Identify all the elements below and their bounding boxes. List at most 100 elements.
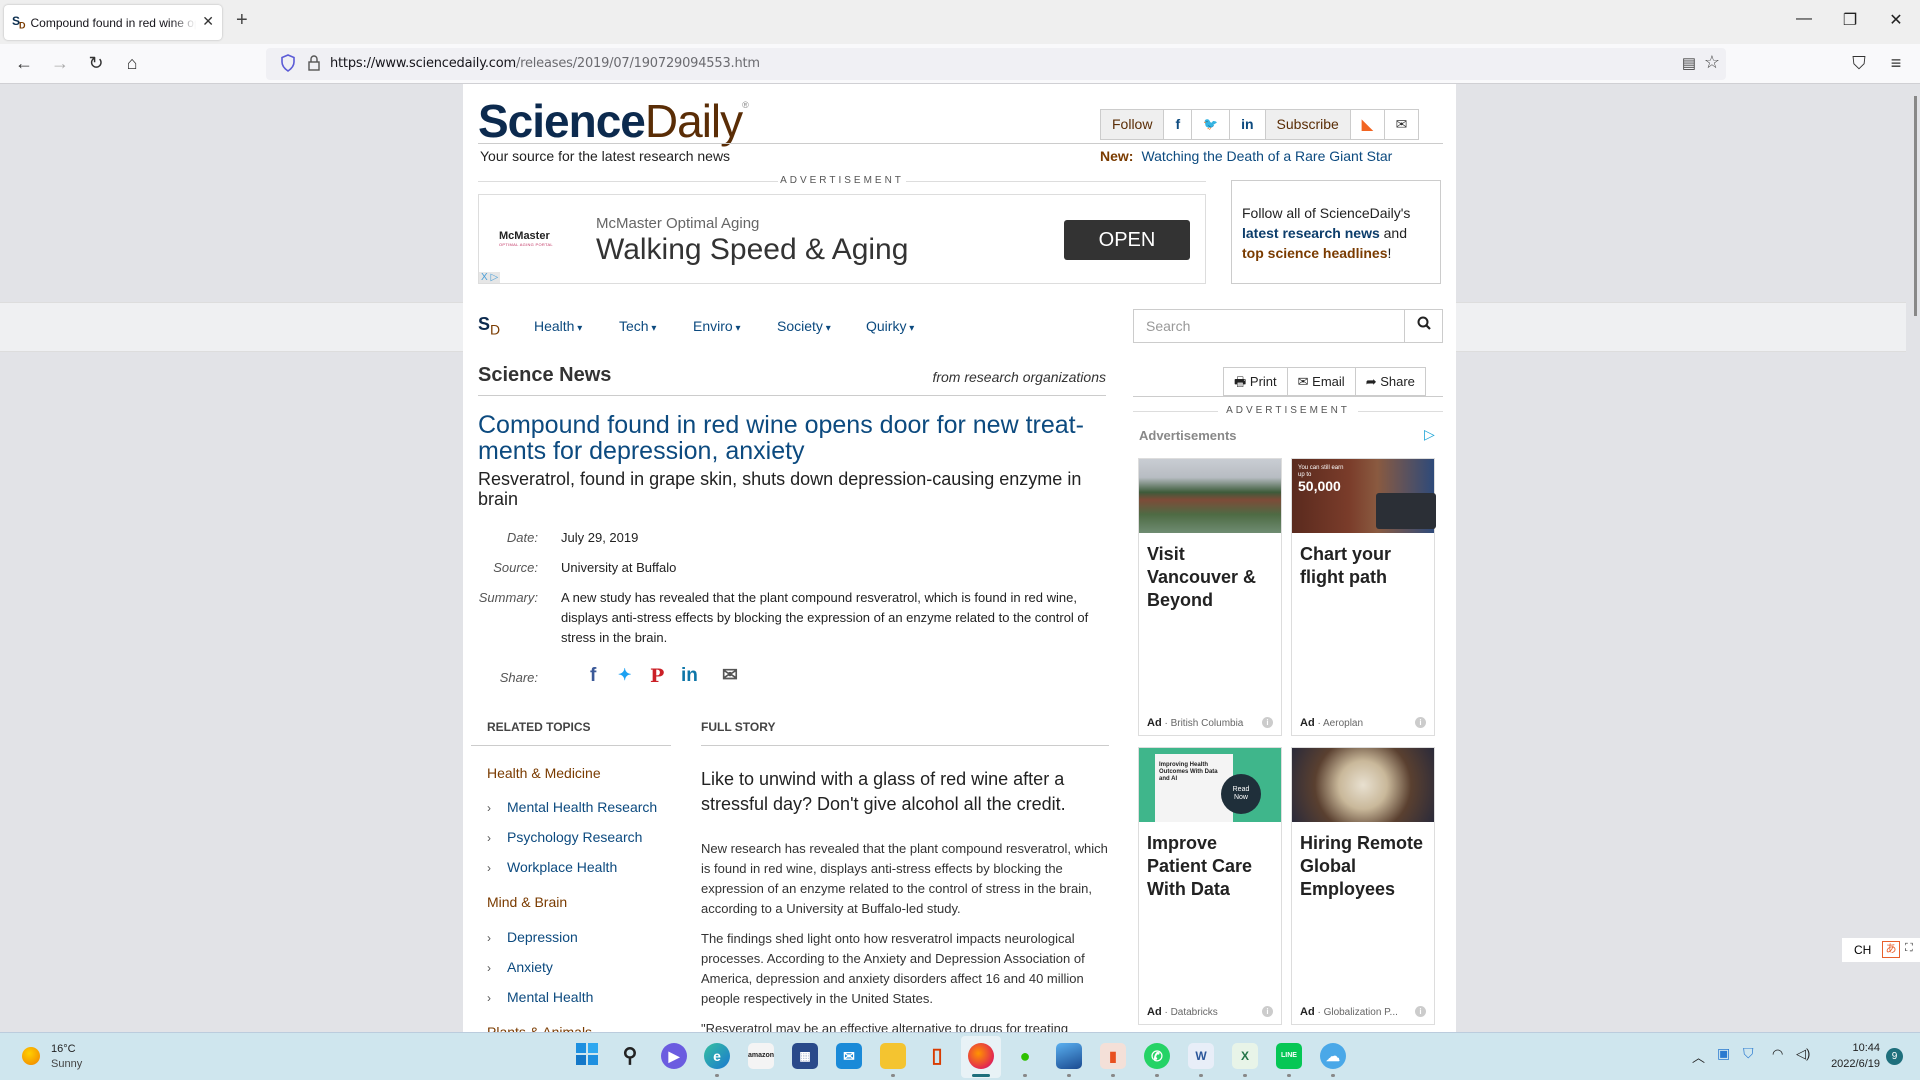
related-category[interactable]: Health & Medicine bbox=[487, 765, 601, 781]
search-button[interactable] bbox=[1404, 310, 1442, 342]
file-explorer-icon[interactable] bbox=[880, 1043, 906, 1069]
ad-open-button[interactable]: OPEN bbox=[1064, 220, 1190, 260]
restore-button[interactable]: ❐ bbox=[1830, 10, 1870, 30]
related-topic[interactable]: › Mental Health Research bbox=[487, 799, 657, 815]
nav-quirky[interactable]: Quirky bbox=[866, 318, 914, 334]
ad-card[interactable]: Visit Vancouver & Beyond Ad · British Co… bbox=[1138, 458, 1282, 736]
ime-language: CH bbox=[1854, 943, 1872, 957]
bookmark-star-icon[interactable]: ☆ bbox=[1704, 52, 1720, 73]
close-window-button[interactable]: ✕ bbox=[1876, 10, 1916, 30]
forward-button[interactable]: → bbox=[48, 53, 72, 74]
top-science-headlines-link[interactable]: top science headlines bbox=[1242, 245, 1388, 261]
info-icon[interactable]: i bbox=[1415, 1006, 1426, 1017]
photos-icon[interactable] bbox=[1056, 1043, 1082, 1069]
info-icon[interactable]: i bbox=[1415, 717, 1426, 728]
related-topic[interactable]: › Workplace Health bbox=[487, 859, 617, 875]
menu-icon[interactable]: ≡ bbox=[1884, 53, 1908, 74]
ime-expand-icon[interactable]: ⛶ bbox=[1905, 942, 1913, 955]
volume-icon[interactable]: ◁) bbox=[1796, 1046, 1810, 1062]
info-icon[interactable]: i bbox=[1262, 717, 1273, 728]
url-text[interactable]: https://www.sciencedaily.com/releases/20… bbox=[330, 56, 760, 71]
wifi-icon[interactable]: ◠ bbox=[1772, 1046, 1783, 1062]
reader-view-icon[interactable]: ▤ bbox=[1682, 54, 1696, 72]
meet-icon[interactable]: ▶ bbox=[661, 1043, 687, 1069]
related-category[interactable]: Plants & Animals bbox=[487, 1024, 592, 1032]
nav-health[interactable]: Health bbox=[534, 318, 582, 334]
related-topic[interactable]: › Psychology Research bbox=[487, 829, 642, 845]
lock-icon[interactable] bbox=[307, 54, 321, 72]
usb-icon[interactable]: ▣ bbox=[1717, 1045, 1730, 1062]
adchoices-icon[interactable]: ▷ bbox=[1424, 426, 1435, 443]
line-icon[interactable]: LINE bbox=[1276, 1043, 1302, 1069]
presenter-icon[interactable]: ▮ bbox=[1100, 1043, 1126, 1069]
sd-home-logo[interactable]: SD bbox=[478, 314, 500, 338]
ime-mode-icon[interactable]: あ bbox=[1882, 941, 1900, 958]
latest-research-news-link[interactable]: latest research news bbox=[1242, 225, 1380, 241]
search-taskbar-icon[interactable]: ⚲ bbox=[617, 1043, 643, 1069]
weather-sun-icon[interactable] bbox=[22, 1047, 40, 1065]
tray-chevron-up-icon[interactable]: ︿ bbox=[1692, 1047, 1705, 1066]
ad-title: Improve Patient Care With Data bbox=[1147, 833, 1253, 899]
cloud-app-icon[interactable]: ☁ bbox=[1320, 1043, 1346, 1069]
browser-tab[interactable]: SD Compound found in red wine opens door… bbox=[4, 5, 222, 40]
linkedin-share-icon[interactable]: in bbox=[681, 666, 698, 686]
mail-icon[interactable]: ✉ bbox=[836, 1043, 862, 1069]
related-category[interactable]: Mind & Brain bbox=[487, 894, 567, 910]
reload-button[interactable]: ↻ bbox=[84, 53, 108, 74]
word-icon[interactable]: W bbox=[1188, 1043, 1214, 1069]
pocket-icon[interactable]: ⛉ bbox=[1847, 53, 1871, 74]
twitter-share-icon[interactable]: ✦ bbox=[618, 666, 631, 686]
notification-badge[interactable]: 9 bbox=[1886, 1048, 1903, 1065]
email-icon[interactable]: ✉ bbox=[1385, 110, 1419, 139]
wechat-icon[interactable]: ● bbox=[1012, 1043, 1038, 1069]
minimize-button[interactable]: — bbox=[1784, 10, 1824, 28]
share-button[interactable]: ➦ Share bbox=[1356, 368, 1425, 395]
security-shield-icon[interactable]: ⛉ bbox=[1743, 1045, 1754, 1062]
office-icon[interactable]: ▯ bbox=[924, 1043, 950, 1069]
new-story-link[interactable]: Watching the Death of a Rare Giant Star bbox=[1141, 148, 1392, 164]
firefox-icon[interactable] bbox=[968, 1043, 994, 1069]
nav-enviro[interactable]: Enviro bbox=[693, 318, 741, 334]
info-icon[interactable]: i bbox=[1262, 1006, 1273, 1017]
ad-card[interactable]: You can still earn up to 50,000 Chart you… bbox=[1291, 458, 1436, 736]
clock[interactable]: 10:44 2022/6/19 bbox=[1810, 1040, 1880, 1072]
ad-card[interactable]: Hiring Remote Global Employees Ad · Glob… bbox=[1291, 747, 1435, 1025]
facebook-icon[interactable]: f bbox=[1164, 110, 1193, 139]
share-arrow-icon: ➦ bbox=[1365, 374, 1377, 389]
date-value: July 29, 2019 bbox=[561, 530, 639, 545]
related-topic[interactable]: › Depression bbox=[487, 929, 578, 945]
print-button[interactable]: 🖶 Print bbox=[1224, 368, 1288, 395]
page-scrollbar[interactable] bbox=[1914, 96, 1917, 316]
start-button[interactable] bbox=[574, 1043, 600, 1069]
sciencedaily-logo[interactable]: ScienceDaily® bbox=[478, 94, 749, 148]
banner-ad[interactable]: McMaster OPTIMAL AGING PORTAL McMaster Op… bbox=[478, 194, 1206, 284]
adchoices-icon[interactable]: X ▷ bbox=[479, 272, 501, 283]
email-button[interactable]: ✉ Email bbox=[1288, 368, 1356, 395]
ime-indicator[interactable]: CH あ ⛶ bbox=[1842, 938, 1920, 962]
home-button[interactable]: ⌂ bbox=[120, 53, 144, 74]
nav-society[interactable]: Society bbox=[777, 318, 831, 334]
edge-icon[interactable]: e bbox=[704, 1043, 730, 1069]
ad-card[interactable]: Improving Health Outcomes With Data and … bbox=[1138, 747, 1282, 1025]
email-share-icon[interactable]: ✉ bbox=[722, 666, 738, 686]
back-button[interactable]: ← bbox=[12, 53, 36, 74]
new-tab-button[interactable]: + bbox=[236, 9, 248, 32]
weather-condition[interactable]: Sunny bbox=[51, 1058, 82, 1070]
whatsapp-icon[interactable]: ✆ bbox=[1144, 1043, 1170, 1069]
rss-icon[interactable]: ◣ bbox=[1351, 110, 1385, 139]
weather-temperature[interactable]: 16°C bbox=[51, 1043, 76, 1055]
twitter-icon[interactable]: 🐦 bbox=[1192, 110, 1231, 139]
linkedin-icon[interactable]: in bbox=[1230, 110, 1266, 139]
facebook-share-icon[interactable]: f bbox=[590, 666, 596, 686]
amazon-icon[interactable]: amazon bbox=[748, 1043, 774, 1069]
address-bar[interactable]: https://www.sciencedaily.com/releases/20… bbox=[266, 48, 1726, 80]
excel-icon[interactable]: X bbox=[1232, 1043, 1258, 1069]
tab-close-icon[interactable]: ✕ bbox=[202, 13, 214, 30]
nav-tech[interactable]: Tech bbox=[619, 318, 656, 334]
related-topic[interactable]: › Mental Health bbox=[487, 989, 593, 1005]
store-icon[interactable]: ▦ bbox=[792, 1043, 818, 1069]
tracking-shield-icon[interactable] bbox=[280, 54, 296, 72]
search-input[interactable] bbox=[1134, 310, 1404, 342]
related-topic[interactable]: › Anxiety bbox=[487, 959, 553, 975]
pinterest-share-icon[interactable]: P bbox=[650, 666, 664, 686]
